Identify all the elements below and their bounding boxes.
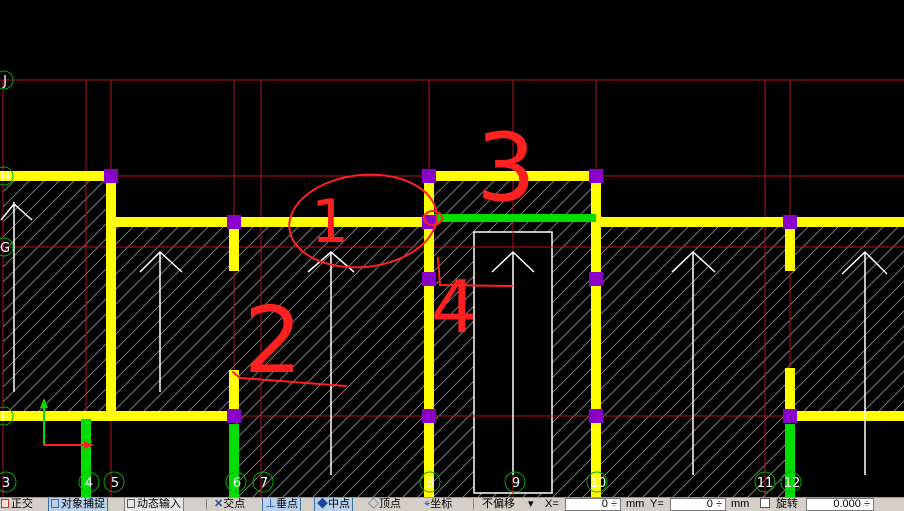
wall-h-f-left[interactable]	[0, 411, 236, 421]
column-h8[interactable]	[422, 169, 436, 183]
axis-label-4: 4	[85, 476, 93, 491]
wall-h-g-right[interactable]	[596, 217, 904, 227]
separator-2: |	[472, 498, 475, 510]
rotate-checkbox[interactable]	[760, 498, 772, 511]
x-input[interactable]: 0 ÷	[565, 498, 621, 511]
offset-mode-select[interactable]: 不偏移	[482, 498, 515, 511]
slab-region-b	[111, 222, 234, 416]
y-input[interactable]: 0 ÷	[670, 498, 726, 511]
markup-number-2: 2	[244, 287, 303, 394]
column-f8[interactable]	[422, 409, 436, 423]
x-value: 0	[601, 498, 608, 510]
axis-label-5: 5	[111, 476, 119, 491]
dynamic-input-icon	[127, 499, 135, 508]
column-f6[interactable]	[227, 409, 241, 423]
axis-label-J: J	[2, 74, 7, 89]
axis-label-3: 3	[2, 476, 10, 491]
object-snap-toggle[interactable]: 对象捕捉	[48, 498, 108, 511]
markup-number-3: 3	[476, 114, 536, 223]
rotate-label: 旋转	[776, 498, 798, 510]
ortho-icon	[1, 499, 9, 508]
coordinate-label: 坐标	[430, 498, 453, 510]
intersection-label: 交点	[223, 498, 246, 510]
ortho-label: 正交	[11, 498, 33, 510]
axis-label-9: 9	[512, 476, 520, 491]
axis-label-8: 8	[426, 476, 434, 491]
y-unit: mm	[731, 498, 750, 510]
wall-h-f-right[interactable]	[790, 411, 904, 421]
offset-mode-arrow-icon[interactable]: ▾	[528, 498, 534, 511]
column-g12[interactable]	[783, 215, 797, 229]
midpoint-label: 中点	[328, 498, 350, 510]
column-g6[interactable]	[227, 215, 241, 229]
column-h10[interactable]	[589, 169, 603, 183]
column-h5[interactable]	[104, 169, 118, 183]
drawing-canvas[interactable]: J H G F 3 4 5 6 7 8 9 10 11 12 1 2 3 4	[0, 0, 904, 510]
status-bar: 正交 对象捕捉 动态输入 | ✕交点 ⊥垂点 ◆中点 ◇顶点 ⌖坐标 | 不偏移…	[0, 497, 904, 511]
coordinate-snap[interactable]: ⌖坐标	[424, 498, 452, 511]
rotate-value: 0.000	[833, 498, 861, 510]
column-e10[interactable]	[589, 272, 603, 286]
midpoint-snap[interactable]: ◆中点	[314, 498, 353, 511]
intersection-snap[interactable]: ✕交点	[214, 498, 245, 511]
vertex-icon: ◇	[368, 498, 379, 510]
midpoint-icon: ◆	[317, 498, 328, 510]
x-label: X=	[545, 498, 559, 510]
wall-v-5[interactable]	[106, 171, 116, 421]
axis-label-11: 11	[757, 476, 774, 491]
y-label: Y=	[650, 498, 664, 510]
x-unit: mm	[626, 498, 645, 510]
object-snap-icon	[51, 499, 59, 508]
markup-number-1: 1	[311, 187, 349, 257]
axis-label-6: 6	[233, 476, 241, 491]
object-snap-label: 对象捕捉	[61, 498, 105, 510]
separator-1: |	[205, 498, 208, 510]
ortho-toggle[interactable]: 正交	[1, 498, 33, 511]
rotate-input[interactable]: 0.000 ÷	[806, 498, 874, 511]
dynamic-input-label: 动态输入	[137, 498, 181, 510]
intersection-icon: ✕	[214, 498, 224, 510]
slab-region-f	[790, 222, 904, 416]
wall-h-top-left[interactable]	[0, 171, 116, 181]
slab-region-a	[3, 176, 111, 416]
axis-label-H: H	[0, 170, 10, 185]
dynamic-input-toggle[interactable]: 动态输入	[124, 498, 184, 511]
perpendicular-icon: ⊥	[265, 498, 276, 510]
axis-label-12: 12	[784, 476, 801, 491]
axis-label-10: 10	[590, 476, 607, 491]
column-f12[interactable]	[783, 409, 797, 423]
vertex-label: 顶点	[379, 498, 401, 510]
axis-label-F: F	[1, 410, 8, 425]
perpendicular-snap[interactable]: ⊥垂点	[262, 498, 301, 511]
y-value: 0	[706, 498, 713, 510]
rotate-checkbox-box	[760, 498, 770, 508]
wall-h-g-left[interactable]	[111, 217, 429, 227]
vertex-snap[interactable]: ◇顶点	[368, 498, 401, 511]
markup-number-4: 4	[431, 265, 477, 349]
axis-label-G: G	[0, 241, 10, 256]
perpendicular-label: 垂点	[276, 498, 298, 510]
column-f10[interactable]	[589, 409, 603, 423]
axis-label-7: 7	[260, 476, 268, 491]
